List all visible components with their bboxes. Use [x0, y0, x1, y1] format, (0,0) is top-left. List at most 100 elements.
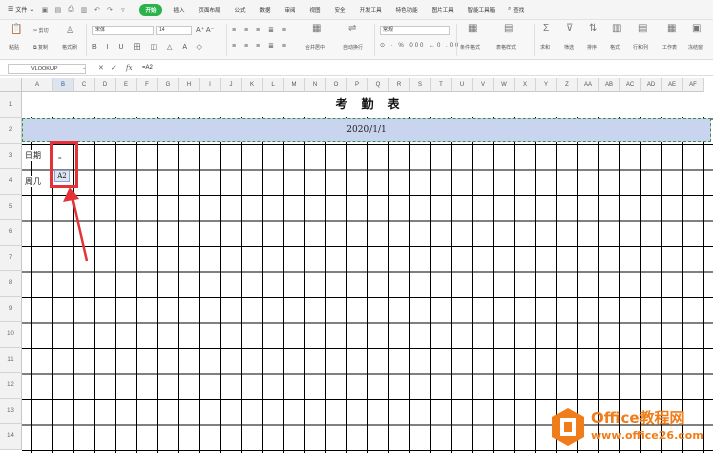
column-header-e[interactable]: E [116, 78, 137, 92]
wrap-icon[interactable]: ⇌ [348, 24, 356, 34]
row-header-8[interactable]: 8 [0, 271, 22, 297]
date-cell[interactable]: 2020/1/1 [22, 118, 711, 142]
row-col-icon[interactable]: ▤ [638, 24, 647, 34]
row-header-10[interactable]: 10 [0, 322, 22, 348]
customize-icon[interactable]: ▿ [118, 5, 127, 14]
tab-11[interactable]: 智能工具箱 [461, 6, 503, 14]
column-header-s[interactable]: S [410, 78, 431, 92]
tab-3[interactable]: 公式 [227, 6, 252, 14]
paste-button[interactable]: 粘贴 [9, 44, 19, 51]
table-style-button[interactable]: 表格样式 [496, 44, 516, 51]
column-header-k[interactable]: K [242, 78, 263, 92]
column-header-o[interactable]: O [326, 78, 347, 92]
tab-1[interactable]: 插入 [166, 6, 191, 14]
column-header-af[interactable]: AF [683, 78, 704, 92]
merge-icon[interactable]: ▦ [312, 24, 321, 34]
print-icon[interactable]: ⎙ [66, 5, 75, 14]
row-header-6[interactable]: 6 [0, 220, 22, 246]
column-header-i[interactable]: I [200, 78, 221, 92]
table-style-icon[interactable]: ▤ [504, 24, 513, 34]
worksheet-icon[interactable]: ▦ [667, 24, 676, 34]
column-header-q[interactable]: Q [368, 78, 389, 92]
row-header-14[interactable]: 14 [0, 424, 22, 450]
merge-button[interactable]: 合并居中 [305, 44, 325, 51]
column-header-y[interactable]: Y [536, 78, 557, 92]
row-header-2[interactable]: 2 [0, 118, 22, 144]
column-header-u[interactable]: U [452, 78, 473, 92]
column-header-f[interactable]: F [137, 78, 158, 92]
align-bottom-buttons[interactable]: ≡ ≡ ≡ ≣ ≡ [232, 42, 289, 50]
align-top-buttons[interactable]: ≡ ≡ ≡ ≣ ≡ [232, 26, 289, 34]
save-icon[interactable]: ▣ [40, 5, 49, 14]
title-cell[interactable]: 考勤表 [22, 92, 713, 117]
row-col-button[interactable]: 行和列 [633, 44, 648, 51]
number-format-buttons[interactable]: ⊙ · % 000 ←0 .00 [380, 42, 460, 49]
column-header-b[interactable]: B [53, 78, 74, 92]
tab-2[interactable]: 页面布局 [191, 6, 227, 14]
confirm-icon[interactable]: ✓ [111, 64, 117, 72]
conditional-format-icon[interactable]: ▦ [468, 24, 477, 34]
column-header-aa[interactable]: AA [578, 78, 599, 92]
row-header-5[interactable]: 5 [0, 194, 22, 220]
tab-7[interactable]: 安全 [328, 6, 353, 14]
row-header-1[interactable]: 1 [0, 92, 22, 118]
column-header-x[interactable]: X [515, 78, 536, 92]
font-name-select[interactable]: 宋体 [92, 26, 154, 35]
worksheet-button[interactable]: 工作表 [662, 44, 677, 51]
column-header-g[interactable]: G [158, 78, 179, 92]
column-header-z[interactable]: Z [557, 78, 578, 92]
cancel-icon[interactable]: ✕ [98, 64, 104, 72]
column-header-p[interactable]: P [347, 78, 368, 92]
font-grow-icon[interactable]: A⁺ A⁻ [196, 26, 214, 34]
filter-icon[interactable]: ⊽ [566, 24, 573, 34]
column-header-r[interactable]: R [389, 78, 410, 92]
column-header-m[interactable]: M [284, 78, 305, 92]
column-header-l[interactable]: L [263, 78, 284, 92]
filter-button[interactable]: 筛选 [564, 44, 574, 51]
format-icon[interactable]: ▥ [612, 24, 621, 34]
select-all-corner[interactable] [0, 78, 22, 92]
tab-6[interactable]: 视图 [303, 6, 328, 14]
sum-button[interactable]: 求和 [540, 44, 550, 51]
column-header-v[interactable]: V [473, 78, 494, 92]
column-header-d[interactable]: D [95, 78, 116, 92]
sort-icon[interactable]: ⇅ [589, 24, 597, 34]
print-preview-icon[interactable]: ▥ [79, 5, 88, 14]
tab-4[interactable]: 数据 [253, 6, 278, 14]
cut-button[interactable]: ✂ 剪切 [33, 27, 49, 34]
undo-icon[interactable]: ↶ [92, 5, 101, 14]
row-header-4[interactable]: 4 [0, 169, 22, 195]
row-header-9[interactable]: 9 [0, 296, 22, 322]
column-header-n[interactable]: N [305, 78, 326, 92]
column-header-a[interactable]: A [22, 78, 53, 92]
conditional-format-button[interactable]: 条件格式 [460, 44, 480, 51]
search-tab[interactable]: ⌕ 查找 [502, 6, 524, 14]
column-header-j[interactable]: J [221, 78, 242, 92]
wrap-text-button[interactable]: 自动换行 [343, 44, 363, 51]
output-pdf-icon[interactable]: ▤ [53, 5, 62, 14]
row-header-12[interactable]: 12 [0, 373, 22, 399]
freeze-pane-button[interactable]: 冻结窗 [688, 44, 703, 51]
file-menu[interactable]: ☰ 文件 ⌄ [8, 5, 34, 14]
column-header-ae[interactable]: AE [662, 78, 683, 92]
format-button[interactable]: 格式 [610, 44, 620, 51]
chevron-down-icon[interactable]: ⌄ [82, 65, 86, 71]
freeze-pane-icon[interactable]: ▣ [692, 24, 701, 34]
column-header-t[interactable]: T [431, 78, 452, 92]
cell-a4[interactable]: 周几 [25, 176, 42, 187]
row-header-13[interactable]: 13 [0, 398, 22, 424]
tab-10[interactable]: 图片工具 [425, 6, 461, 14]
format-painter-icon[interactable]: ♙ [66, 25, 74, 35]
column-header-c[interactable]: C [74, 78, 95, 92]
copy-button[interactable]: ⧉ 复制 [33, 44, 48, 51]
name-box[interactable]: VLOOKUP [8, 64, 86, 74]
column-header-w[interactable]: W [494, 78, 515, 92]
font-style-buttons[interactable]: B I U 田 ◫ △ A ◇ [92, 42, 206, 52]
sum-icon[interactable]: Σ [543, 24, 549, 34]
format-painter-button[interactable]: 格式刷 [62, 44, 77, 51]
insert-function-icon[interactable]: fx [126, 64, 133, 72]
font-size-select[interactable]: 14 [156, 26, 192, 35]
cell-a3[interactable]: 日期 [25, 150, 42, 161]
tab-9[interactable]: 特色功能 [389, 6, 425, 14]
redo-icon[interactable]: ↷ [105, 5, 114, 14]
